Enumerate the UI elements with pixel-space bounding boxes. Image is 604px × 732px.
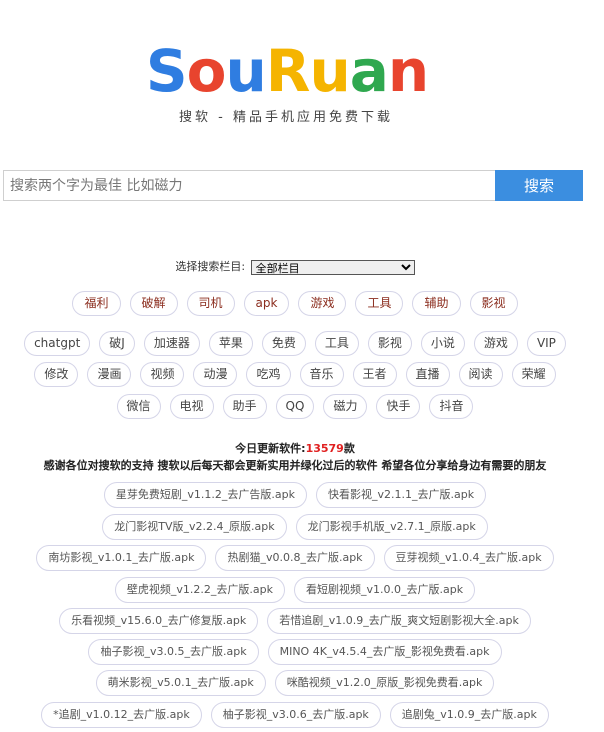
- logo-letter: S: [145, 37, 188, 105]
- tag-douyin[interactable]: 抖音: [429, 394, 474, 419]
- app-row: 星芽免费短剧_v1.1.2_去广告版.apk 快看影视_v2.1.1_去广版.a…: [0, 482, 590, 508]
- app-link[interactable]: 萌米影视_v5.0.1_去广版.apk: [95, 670, 266, 696]
- tag-xiugai[interactable]: 修改: [34, 362, 79, 387]
- app-link[interactable]: 柚子影视_v3.0.5_去广版.apk: [88, 639, 259, 665]
- tag-apk[interactable]: apk: [243, 291, 290, 316]
- app-link[interactable]: 看短剧视频_v1.0.0_去广版.apk: [294, 577, 476, 603]
- app-link[interactable]: 热剧猫_v0.0.8_去广版.apk: [215, 545, 375, 571]
- app-link[interactable]: 星芽免费短剧_v1.1.2_去广告版.apk: [103, 482, 307, 508]
- stats-label: 今日更新软件:: [235, 442, 306, 455]
- tag-pingguo[interactable]: 苹果: [208, 331, 253, 356]
- app-row: 龙门影视TV版_v2.2.4_原版.apk 龙门影视手机版_v2.7.1_原版.…: [0, 514, 590, 540]
- app-link[interactable]: 壁虎视频_v1.2.2_去广版.apk: [114, 577, 285, 603]
- app-link[interactable]: 若惜追剧_v1.0.9_去广版_爽文短剧影视大全.apk: [267, 608, 531, 634]
- thanks-message: 感谢各位对搜软的支持 搜软以后每天都会更新实用并绿化过后的软件 希望各位分享给身…: [43, 459, 547, 472]
- app-row: *追剧_v1.0.12_去广版.apk 柚子影视_v3.0.6_去广版.apk …: [0, 702, 590, 728]
- logo-letter: R: [265, 37, 311, 105]
- logo-letter: u: [309, 37, 350, 105]
- tag-vip[interactable]: VIP: [526, 331, 566, 356]
- tag-wangzhe[interactable]: 王者: [352, 362, 397, 387]
- tag-row: 修改 漫画 视频 动漫 吃鸡 音乐 王者 直播 阅读 荣耀: [0, 362, 590, 387]
- tag-gongju-2[interactable]: 工具: [314, 331, 359, 356]
- search-bar: 搜索: [3, 170, 583, 203]
- tag-row: 微信 电视 助手 QQ 磁力 快手 抖音: [0, 394, 590, 419]
- tag-manhua[interactable]: 漫画: [87, 362, 132, 387]
- app-link[interactable]: 柚子影视_v3.0.6_去广版.apk: [210, 702, 381, 728]
- tag-dianshi[interactable]: 电视: [169, 394, 214, 419]
- tag-gongju[interactable]: 工具: [355, 291, 404, 316]
- tag-kuaishou[interactable]: 快手: [376, 394, 421, 419]
- category-select[interactable]: 全部栏目: [250, 259, 415, 275]
- daily-update-stats: 今日更新软件:13579款: [0, 440, 590, 456]
- app-link[interactable]: 豆芽视频_v1.0.4_去广版.apk: [383, 545, 554, 571]
- tag-weixin[interactable]: 微信: [116, 394, 161, 419]
- app-link[interactable]: 咪酷视频_v1.2.0_原版_影视免费看.apk: [274, 670, 495, 696]
- logo-letter: o: [186, 37, 227, 105]
- site-tagline: 搜软 - 精品手机应用免费下载: [179, 110, 393, 125]
- tag-cili[interactable]: 磁力: [323, 394, 368, 419]
- app-link[interactable]: 南坊影视_v1.0.1_去广版.apk: [36, 545, 207, 571]
- tag-fuzhu[interactable]: 辅助: [412, 291, 461, 316]
- tag-chatgpt[interactable]: chatgpt: [24, 331, 91, 356]
- logo-letter: u: [225, 37, 266, 105]
- tag-jiasuqi[interactable]: 加速器: [143, 331, 200, 356]
- tag-siji[interactable]: 司机: [186, 291, 235, 316]
- stats-unit: 款: [343, 442, 355, 455]
- tag-yingshi[interactable]: 影视: [469, 291, 518, 316]
- tag-yuedu[interactable]: 阅读: [458, 362, 503, 387]
- tag-dongman[interactable]: 动漫: [193, 362, 238, 387]
- tag-youxi-2[interactable]: 游戏: [473, 331, 518, 356]
- tag-zhushou[interactable]: 助手: [222, 394, 267, 419]
- logo-letter: a: [349, 37, 389, 105]
- app-link[interactable]: 乐看视频_v15.6.0_去广修复版.apk: [59, 608, 259, 634]
- primary-tag-row: 福利 破解 司机 apk 游戏 工具 辅助 影视: [0, 291, 590, 316]
- app-row: 南坊影视_v1.0.1_去广版.apk 热剧猫_v0.0.8_去广版.apk 豆…: [0, 545, 590, 571]
- tag-fuli[interactable]: 福利: [72, 291, 121, 316]
- tag-zhibo[interactable]: 直播: [405, 362, 450, 387]
- app-row: 乐看视频_v15.6.0_去广修复版.apk 若惜追剧_v1.0.9_去广版_爽…: [0, 608, 590, 634]
- app-row: 柚子影视_v3.0.5_去广版.apk MINO 4K_v4.5.4_去广版_影…: [0, 639, 590, 665]
- app-link[interactable]: 龙门影视TV版_v2.2.4_原版.apk: [102, 514, 287, 540]
- tag-qq[interactable]: QQ: [275, 394, 315, 419]
- tag-yinyue[interactable]: 音乐: [299, 362, 344, 387]
- app-link[interactable]: 追剧兔_v1.0.9_去广版.apk: [389, 702, 549, 728]
- tag-poj[interactable]: 破J: [99, 331, 135, 356]
- app-row: 壁虎视频_v1.2.2_去广版.apk 看短剧视频_v1.0.0_去广版.apk: [0, 577, 590, 603]
- tag-youxi[interactable]: 游戏: [298, 291, 347, 316]
- tag-pojie[interactable]: 破解: [129, 291, 178, 316]
- app-link[interactable]: *追剧_v1.0.12_去广版.apk: [41, 702, 202, 728]
- tag-chiji[interactable]: 吃鸡: [246, 362, 291, 387]
- tag-yingshi-2[interactable]: 影视: [367, 331, 412, 356]
- logo-letter: n: [387, 37, 429, 105]
- app-link[interactable]: 龙门影视手机版_v2.7.1_原版.apk: [295, 514, 488, 540]
- search-input[interactable]: [3, 170, 495, 201]
- category-select-label: 选择搜索栏目:: [175, 260, 246, 273]
- app-link[interactable]: 快看影视_v2.1.1_去广版.apk: [316, 482, 487, 508]
- stats-count: 13579: [305, 442, 344, 455]
- tag-shipin[interactable]: 视频: [140, 362, 185, 387]
- tag-rongyao[interactable]: 荣耀: [511, 362, 556, 387]
- app-row: 萌米影视_v5.0.1_去广版.apk 咪酷视频_v1.2.0_原版_影视免费看…: [0, 670, 590, 696]
- tag-row: chatgpt 破J 加速器 苹果 免费 工具 影视 小说 游戏 VIP: [0, 331, 590, 356]
- category-select-row: 选择搜索栏目: 全部栏目: [0, 258, 590, 275]
- search-button[interactable]: 搜索: [495, 170, 583, 201]
- tag-xiaoshuo[interactable]: 小说: [420, 331, 465, 356]
- site-logo[interactable]: SouRuan: [0, 38, 574, 104]
- tag-mianfei[interactable]: 免费: [261, 331, 306, 356]
- app-link[interactable]: MINO 4K_v4.5.4_去广版_影视免费看.apk: [267, 639, 502, 665]
